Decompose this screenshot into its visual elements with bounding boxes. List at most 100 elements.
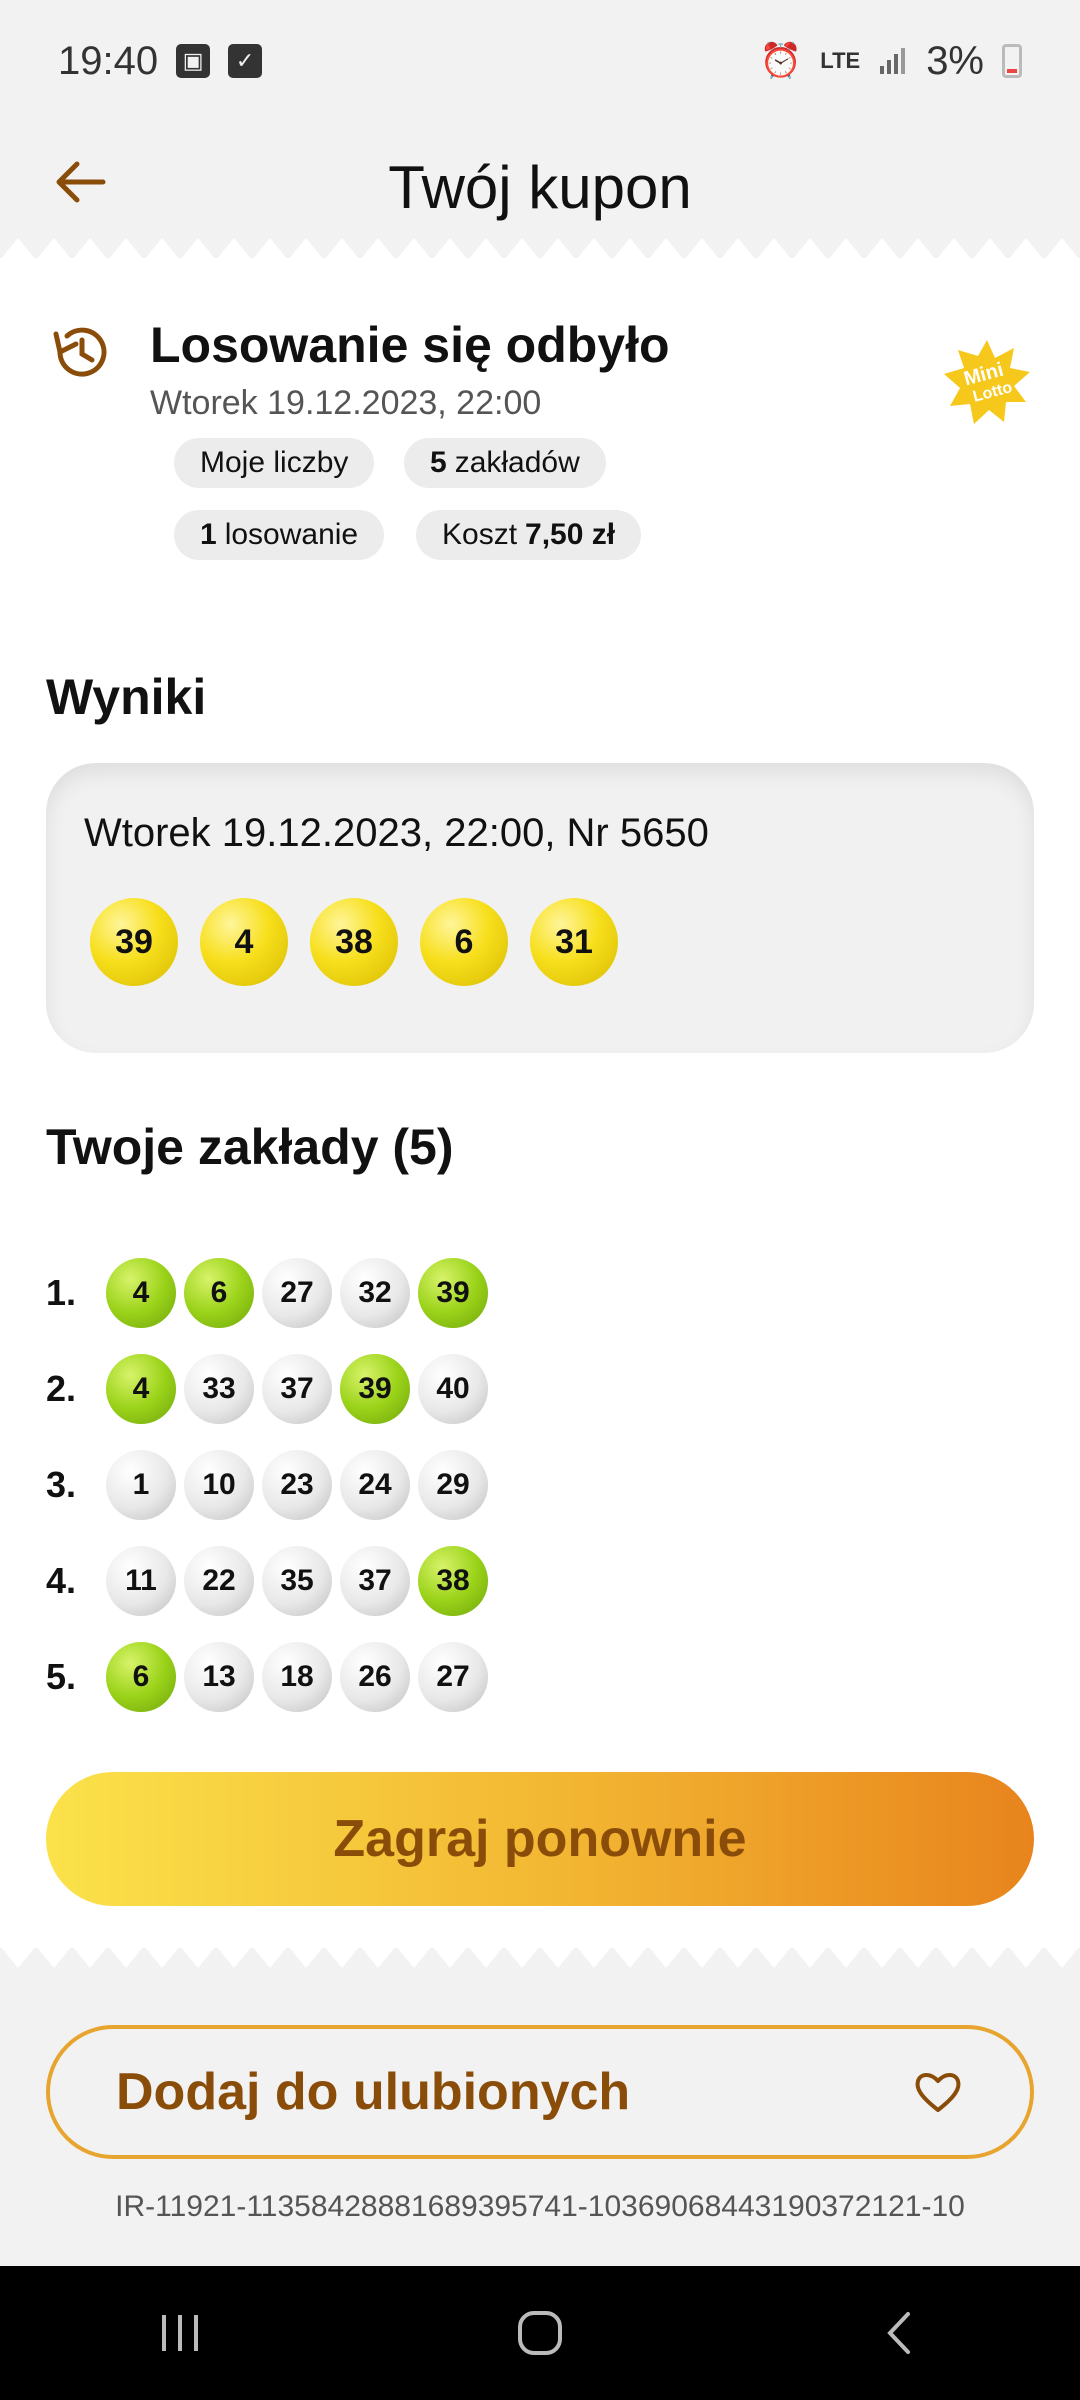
bet-ball-hit: 6 [184, 1258, 254, 1328]
bet-ball: 35 [262, 1546, 332, 1616]
signal-icon [880, 48, 906, 74]
bet-row: 1. 4 6 27 32 39 [46, 1258, 488, 1328]
bet-ball: 23 [262, 1450, 332, 1520]
bet-ball: 18 [262, 1642, 332, 1712]
play-again-button[interactable]: Zagraj ponownie [46, 1772, 1034, 1906]
ball-number: 22 [202, 1564, 236, 1597]
nav-recents-button[interactable] [140, 2293, 220, 2373]
nav-back-icon [887, 2312, 910, 2354]
ball-number: 31 [555, 922, 593, 961]
ball-number: 13 [202, 1660, 236, 1693]
bet-index: 2. [46, 1368, 77, 1409]
favorite-label: Dodaj do ulubionych [116, 2063, 631, 2121]
checkbox-icon: ✓ [228, 44, 263, 78]
ball-number: 27 [436, 1660, 470, 1693]
result-ball: 31 [530, 898, 618, 986]
network-type: LTE [820, 48, 861, 73]
nav-home-button[interactable] [500, 2293, 580, 2373]
ball-number: 38 [436, 1564, 470, 1597]
nav-recents-icon [162, 2315, 198, 2351]
ball-number: 33 [202, 1372, 236, 1405]
bet-ball: 29 [418, 1450, 488, 1520]
ball-number: 4 [234, 922, 254, 961]
bets-title: Twoje zakłady (5) [46, 1119, 454, 1175]
bet-ball: 11 [106, 1546, 176, 1616]
chip-cost: Koszt 7,50 zł [416, 510, 642, 560]
ball-number: 37 [358, 1564, 392, 1597]
bet-ball: 32 [340, 1258, 410, 1328]
ball-number: 32 [358, 1276, 392, 1309]
ticket-zigzag-top [0, 238, 1080, 260]
heart-icon [915, 2073, 961, 2112]
results-title: Wyniki [46, 669, 207, 725]
bet-ball: 37 [340, 1546, 410, 1616]
nav-home-icon [518, 2311, 562, 2355]
bet-ball: 10 [184, 1450, 254, 1520]
bet-ball: 37 [262, 1354, 332, 1424]
gallery-icon: ▣ [176, 44, 211, 78]
ball-number: 6 [132, 1660, 150, 1693]
bet-row: 3. 1 10 23 24 29 [46, 1450, 488, 1520]
ball-number: 39 [358, 1372, 392, 1405]
add-to-favorites-button[interactable]: Dodaj do ulubionych [46, 2025, 1034, 2159]
bet-ball: 22 [184, 1546, 254, 1616]
ball-number: 23 [280, 1468, 314, 1501]
ball-number: 4 [132, 1276, 150, 1309]
back-arrow-icon [56, 161, 106, 203]
result-ball: 39 [90, 898, 178, 986]
alarm-icon: ⏰ [759, 42, 803, 80]
results-balls: 39 4 38 6 31 [90, 898, 618, 986]
results-card: Wtorek 19.12.2023, 22:00, Nr 5650 39 4 38 6… [46, 763, 1034, 1053]
bet-ball: 13 [184, 1642, 254, 1712]
bet-balls: 11 22 35 37 38 [106, 1546, 488, 1616]
bet-ball-hit: 38 [418, 1546, 488, 1616]
bet-ball: 27 [262, 1258, 332, 1328]
bet-index: 3. [46, 1464, 77, 1505]
ball-number: 40 [436, 1372, 470, 1405]
coupon-id: IR-11921-1135842888168939574​1-103690684… [115, 2190, 965, 2223]
chip-my-numbers: Moje liczby [174, 438, 375, 488]
battery-percent: 3% [926, 38, 984, 83]
status-bar: 19:40 ▣ ✓ ⏰ LTE 3% [0, 0, 1080, 122]
battery-icon [1002, 44, 1022, 78]
page-title: Twój kupon [388, 153, 692, 221]
bet-ball-hit: 6 [106, 1642, 176, 1712]
bet-balls: 1 10 23 24 29 [106, 1450, 488, 1520]
ticket-card: Losowanie się odbyło Wtorek 19.12.2023, … [0, 238, 1080, 1968]
chip-bets-count: 5 zakładów [404, 438, 606, 488]
bet-ball: 26 [340, 1642, 410, 1712]
ball-number: 29 [436, 1468, 470, 1501]
bet-ball-hit: 39 [340, 1354, 410, 1424]
bet-balls: 4 6 27 32 39 [106, 1258, 488, 1328]
results-date: Wtorek 19.12.2023, 22:00, Nr 5650 [84, 811, 709, 855]
bet-index: 1. [46, 1272, 77, 1313]
ball-number: 39 [436, 1276, 470, 1309]
nav-back-button[interactable] [860, 2293, 940, 2373]
system-nav-bar [0, 2266, 1080, 2400]
ball-number: 39 [115, 922, 153, 961]
history-icon [53, 327, 107, 377]
ball-number: 6 [454, 922, 474, 961]
bet-ball-hit: 4 [106, 1258, 176, 1328]
ball-number: 27 [280, 1276, 314, 1309]
bet-row: 5. 6 13 18 26 27 [46, 1642, 488, 1712]
ticket-zigzag-bottom [0, 1946, 1080, 1968]
bet-ball-hit: 4 [106, 1354, 176, 1424]
result-ball: 6 [420, 898, 508, 986]
bet-ball: 27 [418, 1642, 488, 1712]
ball-number: 37 [280, 1372, 314, 1405]
mini-lotto-logo: Mini Lotto [944, 340, 1030, 424]
draw-status-title: Losowanie się odbyło [150, 317, 670, 373]
bet-balls: 6 13 18 26 27 [106, 1642, 488, 1712]
back-button[interactable] [48, 150, 112, 214]
bet-index: 5. [46, 1656, 77, 1697]
ball-number: 1 [132, 1468, 150, 1501]
status-time: 19:40 [58, 38, 159, 83]
bet-row: 4. 11 22 35 37 38 [46, 1546, 488, 1616]
draw-date: Wtorek 19.12.2023, 22:00 [150, 384, 542, 422]
ball-number: 38 [335, 922, 373, 961]
header: Twój kupon [0, 122, 1080, 252]
bet-balls: 4 33 37 39 40 [106, 1354, 488, 1424]
bet-ball: 24 [340, 1450, 410, 1520]
ball-number: 18 [280, 1660, 314, 1693]
